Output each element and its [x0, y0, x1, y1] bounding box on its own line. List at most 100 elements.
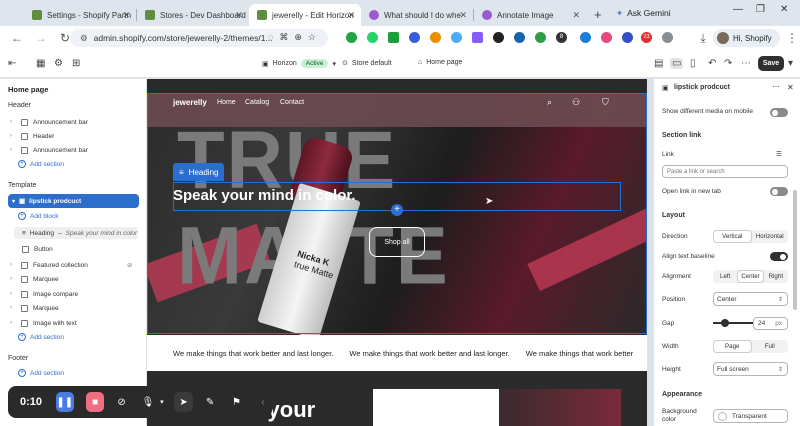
direction-vertical[interactable]: Vertical: [713, 230, 752, 243]
gap-input[interactable]: 24 px: [753, 317, 788, 330]
inspector-icon[interactable]: ▤: [654, 58, 663, 69]
extension-icon[interactable]: [472, 32, 483, 43]
add-block-button[interactable]: + Add block: [18, 212, 59, 220]
store-logo[interactable]: jewerelly: [173, 98, 207, 107]
extension-icon[interactable]: [580, 32, 591, 43]
download-ext-icon[interactable]: [388, 32, 399, 43]
extension-icon[interactable]: [535, 32, 546, 43]
add-block-plus-icon[interactable]: +: [391, 204, 403, 216]
search-icon[interactable]: ⌕: [547, 97, 552, 108]
tree-item-marquee[interactable]: › Marquee: [10, 302, 59, 314]
url-field[interactable]: ⚙ admin.shopify.com/store/jewerelly-2/th…: [70, 29, 328, 47]
tree-item-selected[interactable]: ▾ ▣ lipstick prodcuct: [8, 194, 139, 208]
star-icon[interactable]: ☆: [308, 32, 322, 42]
extension-icon[interactable]: [430, 32, 441, 43]
close-tab-icon[interactable]: ✕: [459, 10, 467, 21]
pen-tool-icon[interactable]: ✎: [201, 392, 219, 412]
microphone-icon[interactable]: 🎙: [139, 392, 157, 412]
tree-item-header[interactable]: › Header: [10, 130, 54, 142]
chevron-down-icon[interactable]: ▾: [157, 392, 166, 412]
extension-icon[interactable]: [346, 32, 357, 43]
extension-icon[interactable]: [601, 32, 612, 43]
highlighter-tool-icon[interactable]: ⚑: [227, 392, 245, 412]
nav-link-home[interactable]: Home: [217, 99, 236, 106]
extension-badge[interactable]: 8: [556, 32, 567, 43]
tree-item-button[interactable]: Button: [22, 243, 53, 255]
zoom-icon[interactable]: ⊕: [294, 32, 308, 42]
align-baseline-toggle[interactable]: [770, 252, 788, 261]
add-section-button[interactable]: + Add section: [18, 160, 64, 168]
close-tab-icon[interactable]: ✕: [122, 10, 130, 21]
browser-tab[interactable]: What should I do whe ✕: [361, 4, 473, 26]
close-tab-icon[interactable]: ✕: [235, 10, 243, 21]
align-right[interactable]: Right: [764, 270, 788, 283]
mobile-view-icon[interactable]: ▯: [690, 58, 696, 69]
sections-icon[interactable]: ▦: [36, 58, 45, 69]
tree-item-image-with-text[interactable]: › Image with text: [10, 317, 77, 329]
nav-link-contact[interactable]: Contact: [280, 99, 304, 106]
extension-icon[interactable]: [451, 32, 462, 43]
tree-item-announcement-bar[interactable]: › Announcement bar: [10, 144, 88, 156]
close-window-icon[interactable]: ✕: [780, 4, 788, 15]
align-center[interactable]: Center: [737, 270, 764, 283]
whatsapp-icon[interactable]: [367, 32, 378, 43]
height-select[interactable]: Full screen ⇕: [713, 362, 788, 376]
browser-tab[interactable]: Settings - Shopify Partn ✕: [24, 4, 136, 26]
pointer-tool-icon[interactable]: ➤: [174, 392, 193, 412]
add-section-button[interactable]: + Add section: [18, 369, 64, 377]
minimize-icon[interactable]: —: [733, 4, 743, 15]
settings-icon[interactable]: ⚙: [54, 58, 63, 69]
position-select[interactable]: Center ⇕: [713, 292, 788, 306]
collapse-icon[interactable]: ‹: [254, 392, 272, 412]
browser-tab[interactable]: Annotate Image ✕: [474, 4, 586, 26]
pen-ext-icon[interactable]: [493, 32, 504, 43]
more-actions-icon[interactable]: ⋯: [741, 58, 751, 69]
database-icon[interactable]: ☰: [776, 150, 782, 158]
nav-link-catalog[interactable]: Catalog: [245, 99, 269, 106]
profile-button[interactable]: Hi, Shopify: [713, 29, 780, 47]
account-icon[interactable]: ⚇: [572, 97, 580, 108]
gap-slider[interactable]: [713, 319, 753, 327]
exit-icon[interactable]: ⇤: [8, 58, 16, 69]
maximize-icon[interactable]: ❐: [756, 4, 765, 15]
translate-icon[interactable]: ⌘: [279, 32, 294, 42]
close-icon[interactable]: ✕: [787, 83, 794, 92]
tree-item-announcement-bar[interactable]: › Announcement bar: [10, 116, 88, 128]
extension-icon[interactable]: [514, 32, 525, 43]
shop-all-button[interactable]: Shop all: [369, 227, 425, 257]
store-default-selector[interactable]: ⊙ Store default: [342, 59, 392, 68]
link-input[interactable]: Paste a link or search: [662, 165, 788, 178]
width-full[interactable]: Full: [752, 340, 789, 353]
bg-color-picker[interactable]: Transparent: [713, 409, 788, 423]
add-section-button[interactable]: + Add section: [18, 333, 64, 341]
back-icon[interactable]: ←: [10, 31, 24, 45]
settings-scrollbar[interactable]: [793, 190, 797, 310]
undo-icon[interactable]: ↶: [708, 58, 716, 69]
close-tab-icon[interactable]: ✕: [572, 10, 580, 21]
align-left[interactable]: Left: [713, 270, 737, 283]
pause-button[interactable]: ❚❚: [55, 392, 74, 412]
extensions-puzzle-icon[interactable]: [662, 32, 673, 43]
extension-badge[interactable]: 23: [641, 32, 652, 43]
chevron-down-icon[interactable]: ▾: [788, 58, 793, 69]
selected-block-badge[interactable]: ≡ Heading: [173, 163, 225, 181]
forward-icon[interactable]: →: [34, 31, 48, 45]
direction-horizontal[interactable]: Horizontal: [752, 230, 789, 243]
site-info-icon[interactable]: ⚙: [80, 33, 88, 44]
tree-item-featured-collection[interactable]: › Featured collection ⊘: [10, 259, 132, 271]
cart-icon[interactable]: ⛉: [602, 97, 609, 108]
slider-knob[interactable]: [721, 319, 729, 327]
apps-icon[interactable]: ⊞: [72, 58, 80, 69]
width-page[interactable]: Page: [713, 340, 752, 353]
new-tab-button[interactable]: +: [594, 7, 602, 22]
eye-off-icon[interactable]: ⊘: [127, 261, 132, 269]
ask-gemini-button[interactable]: ✦ Ask Gemini: [610, 5, 677, 21]
download-icon[interactable]: ⤓: [696, 31, 710, 46]
save-button[interactable]: Save: [758, 56, 784, 71]
more-icon[interactable]: ⋯: [772, 82, 780, 91]
stop-button[interactable]: ■: [86, 392, 105, 412]
close-tab-icon[interactable]: ✕: [347, 10, 355, 21]
desktop-view-icon[interactable]: ▭: [670, 58, 684, 69]
more-menu-icon[interactable]: ⋮: [785, 31, 799, 45]
theme-switcher[interactable]: ▣ Horizon Active ▾: [262, 59, 336, 68]
